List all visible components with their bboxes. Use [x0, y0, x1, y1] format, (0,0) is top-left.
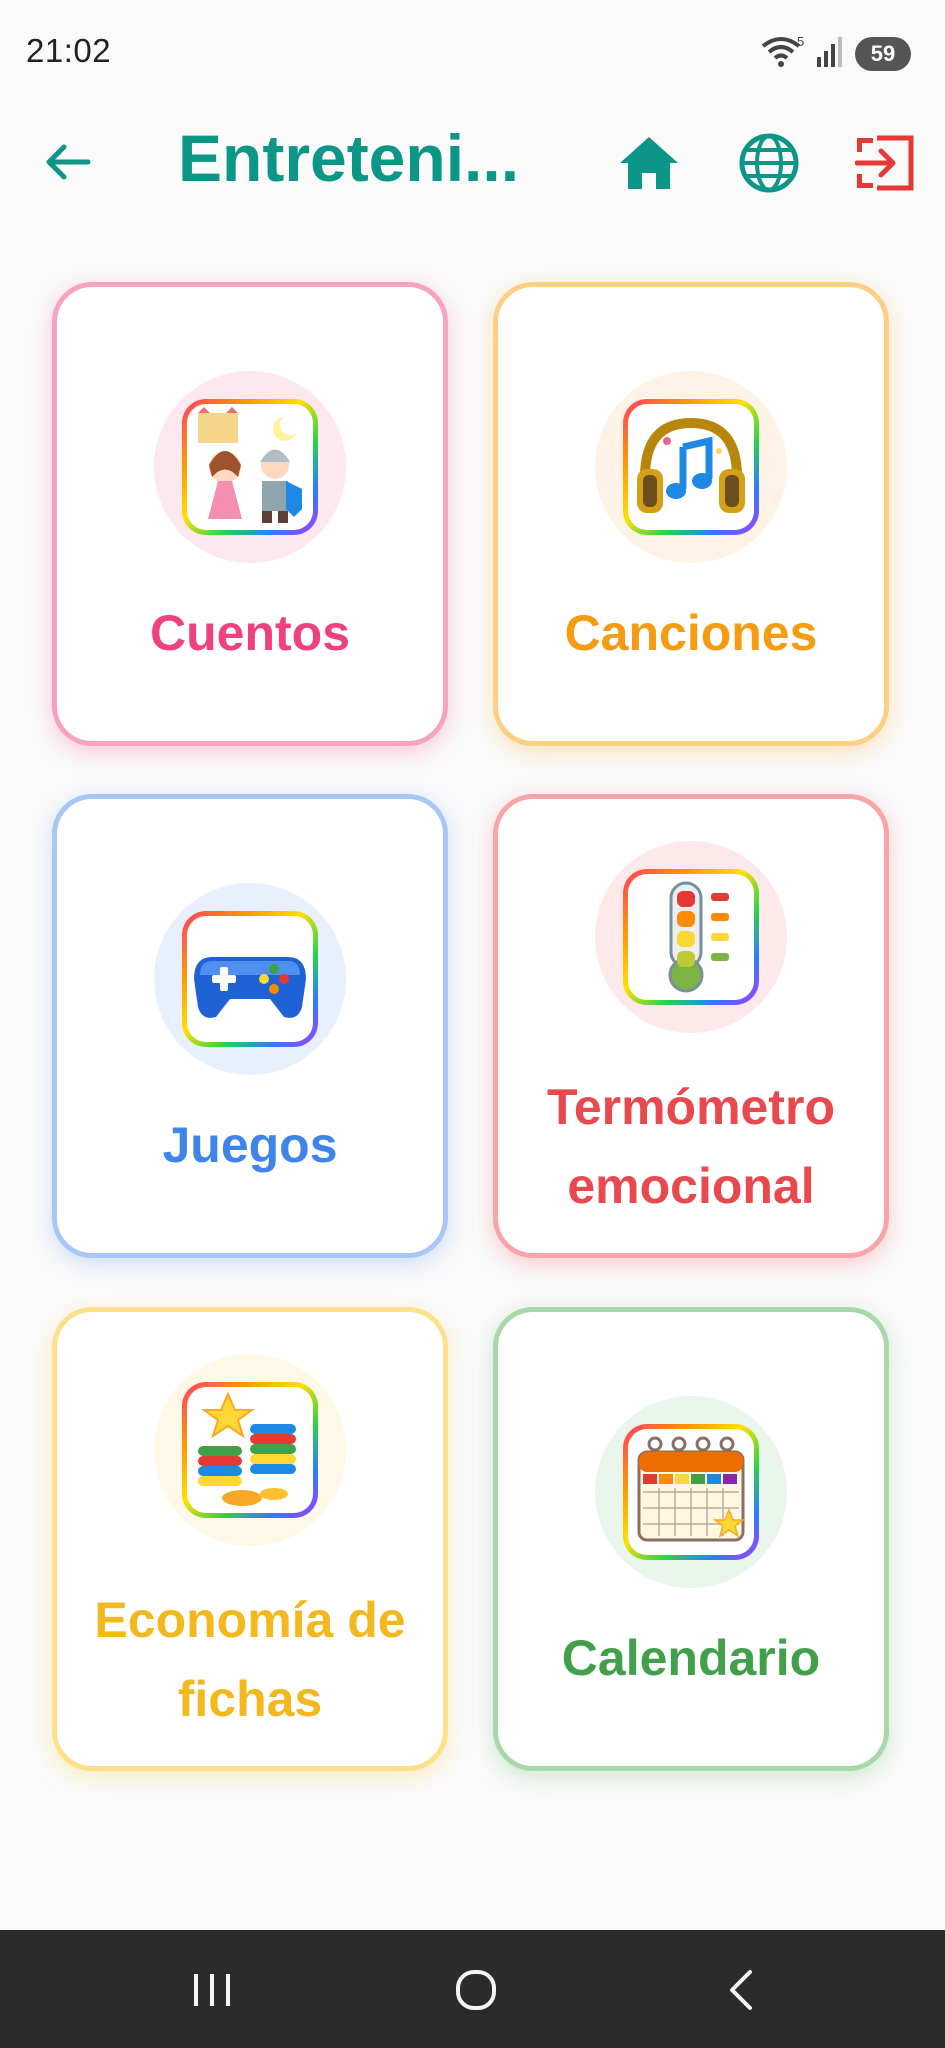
status-bar: 21:02 5 59: [0, 0, 945, 110]
signal-icon: [815, 35, 845, 74]
cuentos-icon-circle: [154, 371, 346, 563]
logout-icon: [855, 135, 914, 191]
card-label: Calendario: [561, 1630, 821, 1686]
fairy-tale-icon: [198, 407, 302, 523]
calendario-card[interactable]: Calendario: [493, 1307, 889, 1771]
home-nav-button[interactable]: [444, 1958, 508, 2022]
thermometer-icon: [668, 881, 729, 993]
battery-indicator: 59: [855, 37, 911, 71]
coins-star-icon: [198, 1391, 296, 1506]
canciones-icon-circle: [595, 371, 787, 563]
wifi-badge: 5: [797, 34, 804, 49]
home-icon: [620, 137, 678, 189]
home-button[interactable]: [614, 128, 684, 198]
termometro-card[interactable]: Termómetro emocional: [493, 794, 889, 1258]
economia-card[interactable]: Economía de fichas: [52, 1307, 448, 1771]
back-button[interactable]: [38, 132, 98, 192]
headphones-icon: [637, 417, 745, 513]
app-bar: Entreteni...: [0, 110, 945, 210]
system-nav-bar: [0, 1930, 945, 2048]
card-label: Cuentos: [150, 605, 350, 661]
wifi-icon: 5: [761, 34, 805, 75]
card-label: Canciones: [564, 605, 818, 661]
calendario-icon-circle: [595, 1396, 787, 1588]
termometro-icon-circle: [595, 841, 787, 1033]
status-icons: 5 59: [761, 34, 911, 74]
back-nav-button[interactable]: [710, 1958, 774, 2022]
juegos-card[interactable]: Juegos: [52, 794, 448, 1258]
status-time: 21:02: [26, 32, 112, 69]
back-arrow-icon: [46, 144, 91, 180]
calendar-icon: [637, 1436, 746, 1542]
language-button[interactable]: [734, 128, 804, 198]
cuentos-card[interactable]: Cuentos: [52, 282, 448, 746]
recents-icon: [194, 1974, 230, 2006]
card-label: Juegos: [162, 1117, 338, 1173]
globe-icon: [739, 133, 799, 193]
gamepad-icon: [194, 957, 306, 1018]
economia-icon-circle: [154, 1354, 346, 1546]
recents-button[interactable]: [180, 1958, 244, 2022]
back-chevron-icon: [730, 1970, 752, 2010]
canciones-card[interactable]: Canciones: [493, 282, 889, 746]
home-circle-icon: [456, 1970, 496, 2010]
card-label: Economía de fichas: [94, 1592, 406, 1727]
juegos-icon-circle: [154, 883, 346, 1075]
page-title: Entreteni...: [178, 121, 520, 195]
card-label: Termómetro emocional: [546, 1079, 835, 1214]
logout-button[interactable]: [850, 128, 920, 198]
